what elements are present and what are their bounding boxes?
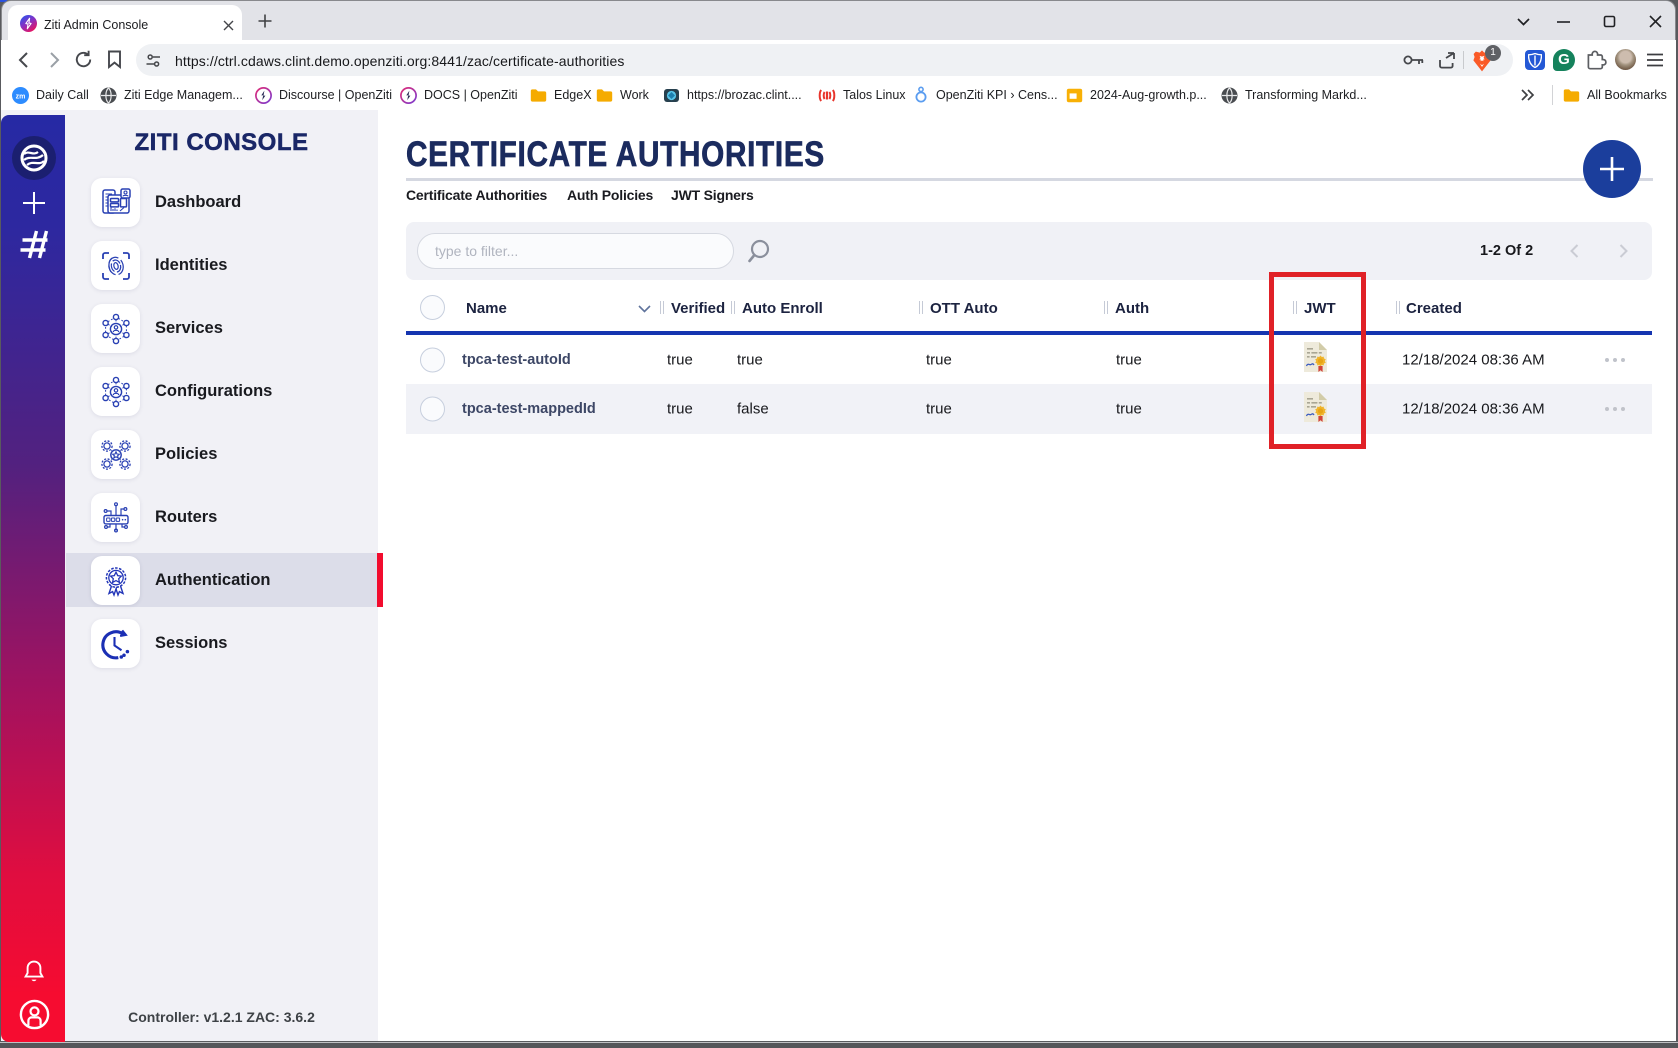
svg-text:zm: zm: [16, 93, 26, 100]
